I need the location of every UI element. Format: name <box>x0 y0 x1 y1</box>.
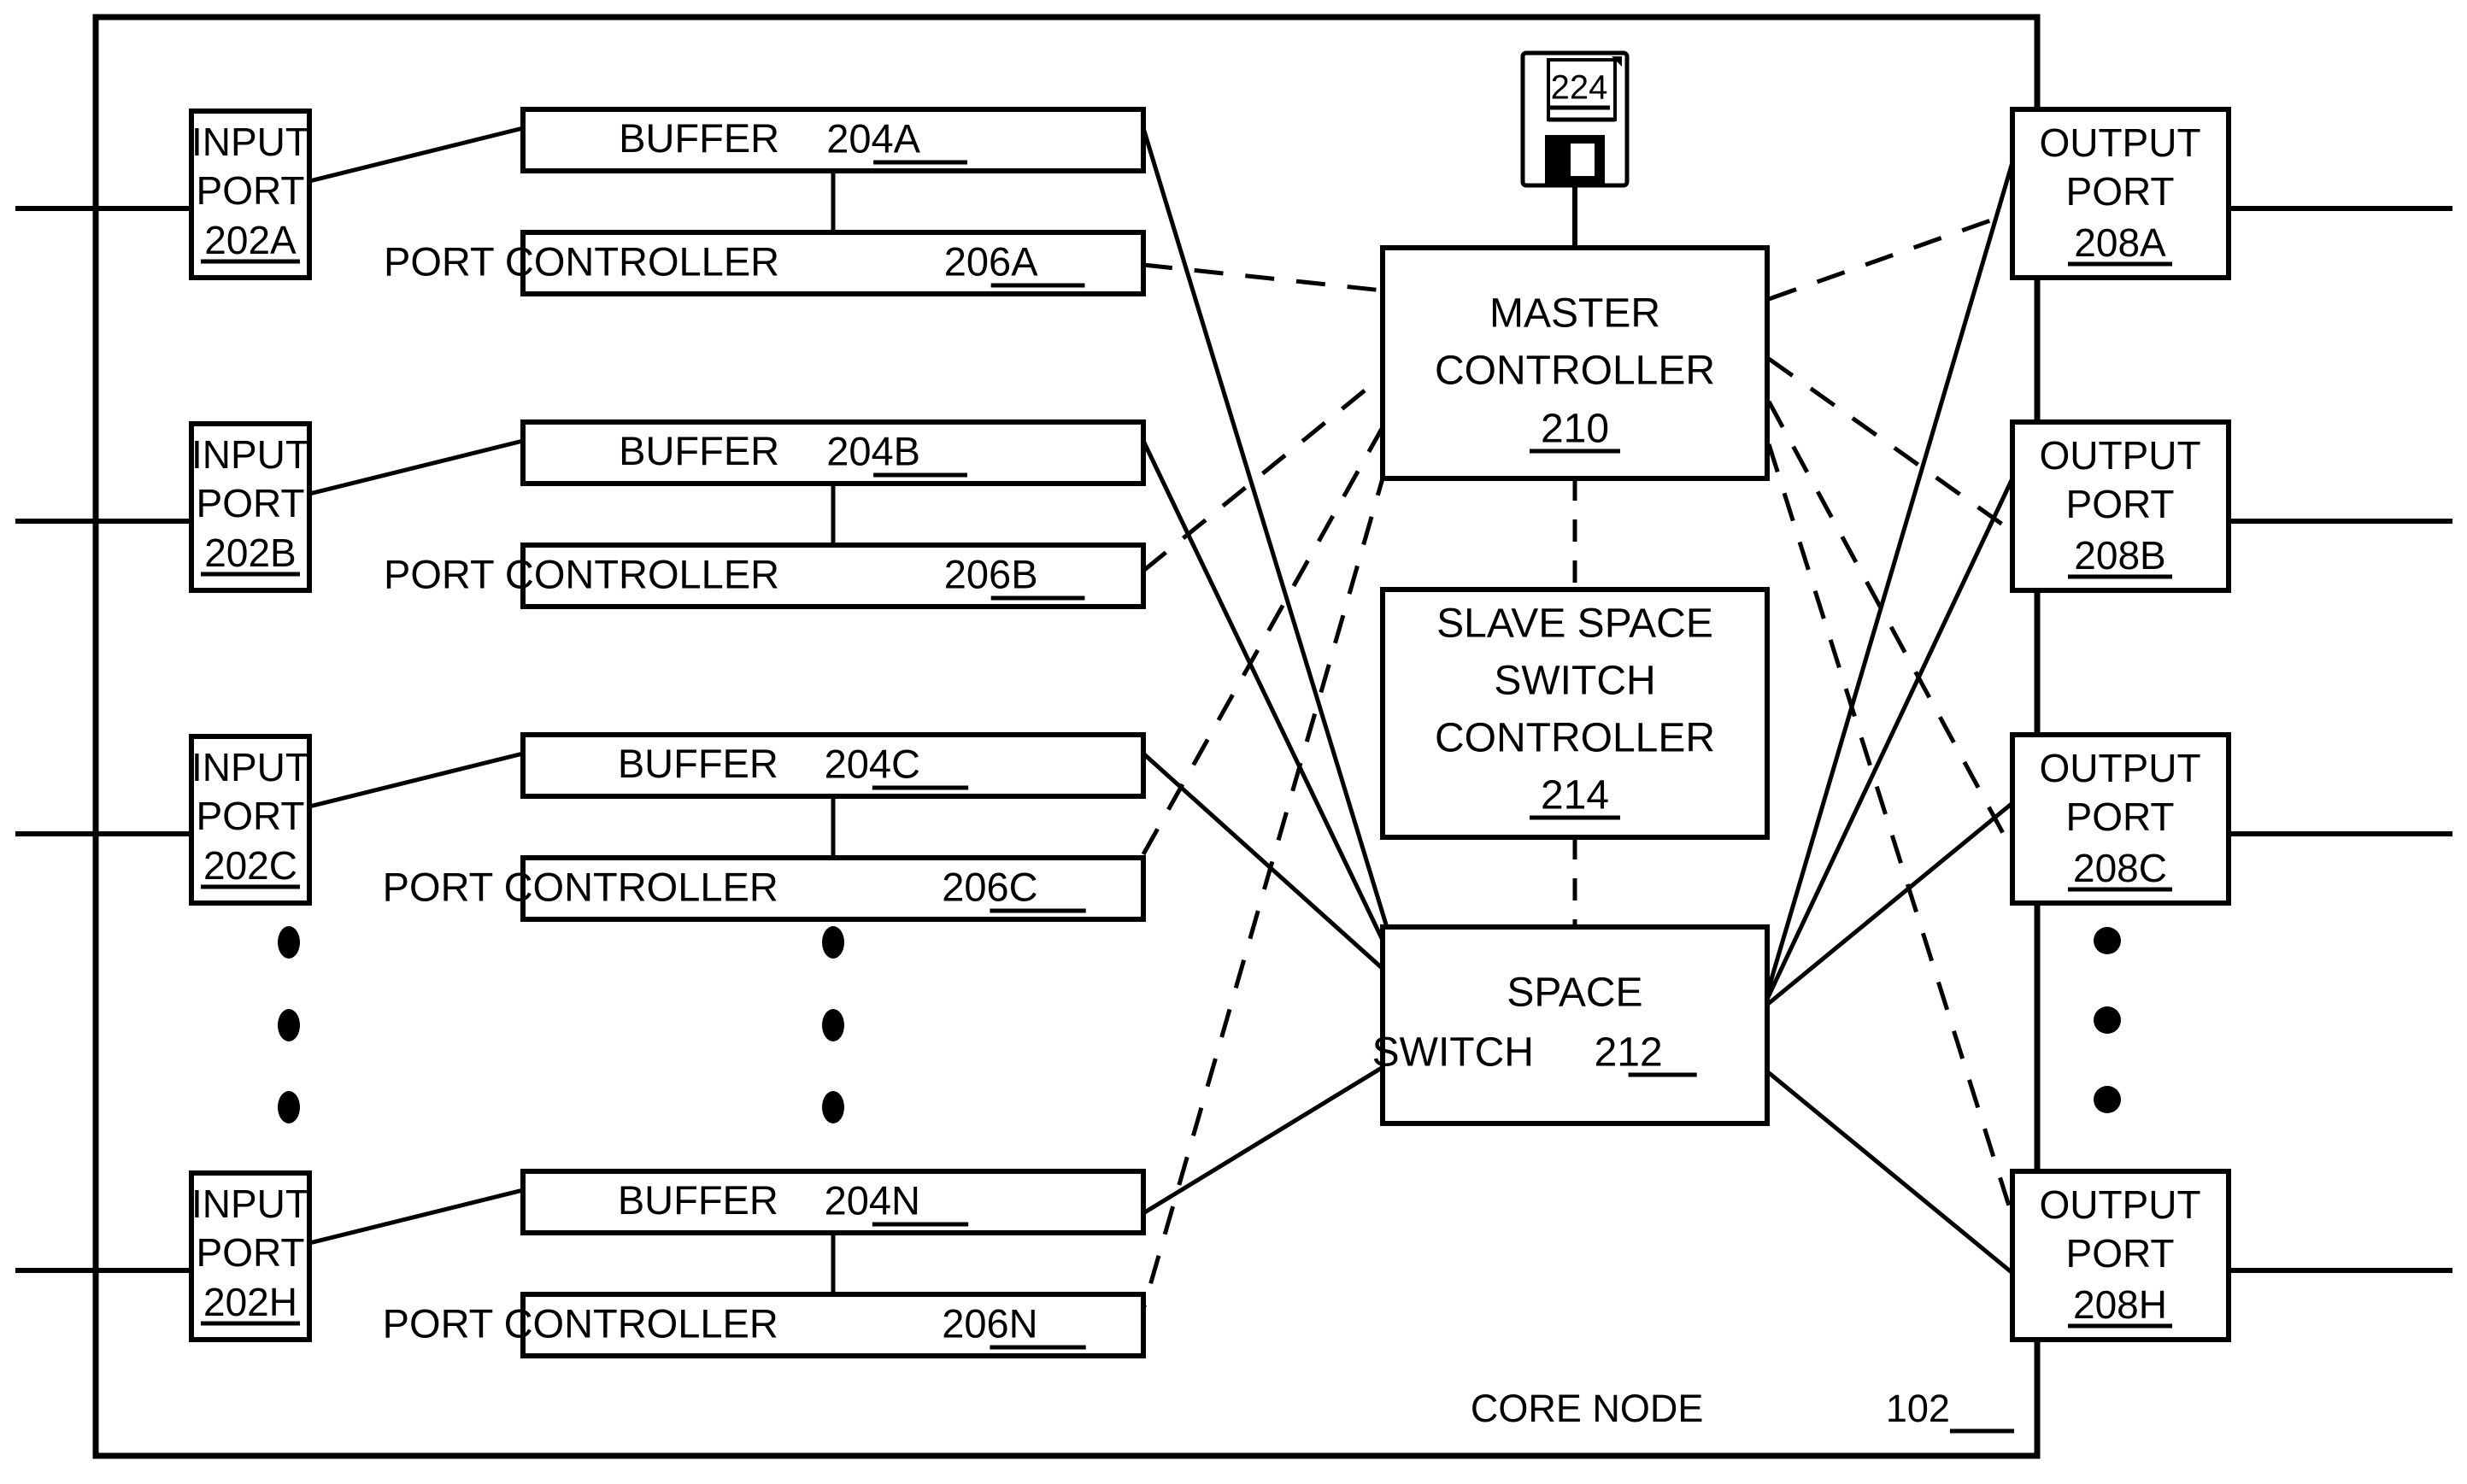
output-port-208A-ref: 208A <box>2074 220 2166 265</box>
port-controller-206N-label: PORT CONTROLLER <box>383 1300 778 1346</box>
input-port-202B-line2: PORT <box>197 481 305 525</box>
port-controller-206N-ref: 206N <box>942 1300 1037 1346</box>
core-node-label: CORE NODE 102 <box>1471 1387 2014 1434</box>
core-node-diagram: 224 INPUT PORT 202A INPUT PORT 202B INPU… <box>15 14 2452 1459</box>
link-input-a-buffer-a <box>308 126 524 184</box>
input-port-202C-ref: 202C <box>203 843 297 888</box>
slave-space-switch-controller-214[interactable]: SLAVE SPACE SWITCH CONTROLLER 214 <box>1380 587 1770 840</box>
figure-canvas: 224 INPUT PORT 202A INPUT PORT 202B INPU… <box>0 0 2467 1484</box>
input-port-202B-line1: INPUT <box>191 432 309 477</box>
buffer-204A-label: BUFFER <box>619 115 779 161</box>
port-controller-206A-ref: 206A <box>944 238 1038 284</box>
core-node-label-text: CORE NODE <box>1471 1387 1704 1430</box>
buffer-204C[interactable]: BUFFER 204C <box>520 732 1146 799</box>
output-port-208A[interactable]: OUTPUT PORT 208A <box>2010 107 2231 280</box>
ellipsis-output-port-column <box>2094 927 2121 1113</box>
storage-ref-label: 224 <box>1551 69 1608 107</box>
output-port-208H-line2: PORT <box>2066 1231 2175 1276</box>
output-port-208B[interactable]: OUTPUT PORT 208B <box>2010 419 2231 593</box>
output-port-208C-ref: 208C <box>2073 846 2167 890</box>
buffer-204B-label: BUFFER <box>619 428 779 473</box>
input-port-202H-line2: PORT <box>197 1230 305 1275</box>
ellipsis-input-port-column <box>278 926 300 1123</box>
port-controller-206C-label: PORT CONTROLLER <box>383 864 778 909</box>
input-port-202A-line2: PORT <box>197 168 305 213</box>
ellipsis-buffer-column <box>822 926 844 1123</box>
output-port-208B-ref: 208B <box>2074 533 2165 578</box>
link-space-switch-output-b <box>1760 477 2015 1010</box>
link-controller-n-master <box>1134 478 1385 1334</box>
output-port-208A-line1: OUTPUT <box>2039 120 2200 165</box>
buffer-204C-ref: 204C <box>825 741 920 786</box>
slave-controller-line2: SWITCH <box>1494 659 1655 704</box>
buffer-204A-ref: 204A <box>826 115 920 161</box>
space-switch-ref: 212 <box>1595 1030 1663 1076</box>
buffer-204C-label: BUFFER <box>618 741 778 786</box>
input-port-202C-line2: PORT <box>197 794 305 838</box>
master-controller-210[interactable]: MASTER CONTROLLER 210 <box>1380 245 1770 481</box>
input-port-202A-line1: INPUT <box>191 120 309 164</box>
input-port-202C-line1: INPUT <box>191 745 309 789</box>
input-port-202A[interactable]: INPUT PORT 202A <box>189 109 312 280</box>
output-port-208B-line2: PORT <box>2066 482 2175 526</box>
port-controller-206C-ref: 206C <box>942 864 1037 909</box>
input-port-202B[interactable]: INPUT PORT 202B <box>189 421 312 593</box>
link-input-c-buffer-c <box>308 751 524 809</box>
buffer-204N[interactable]: BUFFER 204N <box>520 1169 1146 1235</box>
port-controller-206B-label: PORT CONTROLLER <box>384 551 779 596</box>
port-controller-206C[interactable]: PORT CONTROLLER 206C <box>383 855 1146 922</box>
slave-controller-ref: 214 <box>1541 773 1609 818</box>
output-port-208H[interactable]: OUTPUT PORT 208H <box>2010 1169 2231 1342</box>
space-switch-line2: SWITCH <box>1372 1030 1534 1076</box>
port-controller-206A[interactable]: PORT CONTROLLER 206A <box>384 230 1146 296</box>
output-port-208C-line2: PORT <box>2066 795 2175 839</box>
link-space-switch-output-a <box>1760 161 2015 1009</box>
port-controller-206N[interactable]: PORT CONTROLLER 206N <box>383 1292 1146 1358</box>
input-port-202C[interactable]: INPUT PORT 202C <box>189 734 312 906</box>
input-port-202B-ref: 202B <box>204 531 296 575</box>
link-controller-a-master <box>1142 262 1383 293</box>
core-node-label-ref: 102 <box>1886 1387 1950 1430</box>
master-controller-ref: 210 <box>1541 407 1609 452</box>
port-controller-206B-ref: 206B <box>944 551 1038 596</box>
buffer-204N-label: BUFFER <box>618 1177 778 1223</box>
output-port-208C[interactable]: OUTPUT PORT 208C <box>2010 732 2231 906</box>
link-space-switch-output-c <box>1761 801 2014 1010</box>
space-switch-212[interactable]: SPACE SWITCH 212 <box>1372 924 1770 1126</box>
port-controller-206B[interactable]: PORT CONTROLLER 206B <box>384 543 1146 609</box>
port-controller-206A-label: PORT CONTROLLER <box>384 238 779 284</box>
input-port-202H-ref: 202H <box>203 1280 297 1324</box>
output-port-208H-line1: OUTPUT <box>2039 1182 2200 1227</box>
link-master-output-c <box>1766 400 2012 848</box>
input-port-202H[interactable]: INPUT PORT 202H <box>189 1170 312 1342</box>
link-input-b-buffer-b <box>308 438 524 496</box>
slave-controller-line1: SLAVE SPACE <box>1436 601 1713 647</box>
buffer-204B[interactable]: BUFFER 204B <box>520 419 1146 486</box>
link-controller-b-master <box>1142 374 1384 572</box>
space-switch-line1: SPACE <box>1507 971 1642 1016</box>
input-port-202H-line1: INPUT <box>191 1182 309 1226</box>
master-controller-line1: MASTER <box>1489 291 1660 337</box>
link-buffer-a-space-switch <box>1141 127 1391 934</box>
output-port-208A-line2: PORT <box>2066 169 2175 214</box>
link-input-h-buffer-n <box>308 1188 524 1246</box>
output-port-208B-line1: OUTPUT <box>2039 433 2200 478</box>
buffer-204A[interactable]: BUFFER 204A <box>520 107 1146 173</box>
buffer-204B-ref: 204B <box>826 428 920 473</box>
link-master-output-b <box>1767 356 2012 532</box>
buffer-204N-ref: 204N <box>825 1177 920 1223</box>
output-port-208C-line1: OUTPUT <box>2039 746 2200 790</box>
link-buffer-n-space-switch <box>1142 1061 1390 1216</box>
slave-controller-line3: CONTROLLER <box>1435 716 1715 761</box>
master-controller-line2: CONTROLLER <box>1435 349 1715 394</box>
input-port-202A-ref: 202A <box>204 218 297 262</box>
output-port-208H-ref: 208H <box>2073 1282 2167 1327</box>
